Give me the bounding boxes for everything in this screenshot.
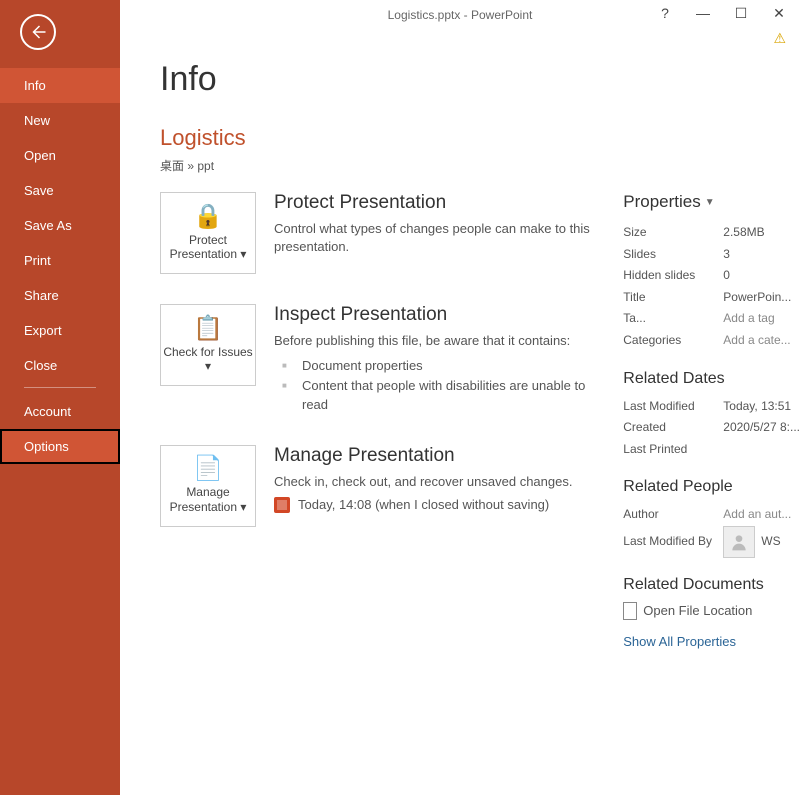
tile-label: Check for Issues ▾ — [161, 345, 255, 374]
prop-hidden: Hidden slides0 — [623, 265, 800, 287]
actions-column: 🔒 Protect Presentation ▾ Protect Present… — [160, 192, 599, 649]
nav-separator — [24, 387, 96, 388]
autosave-entry[interactable]: Today, 14:08 (when I closed without savi… — [274, 497, 599, 513]
prop-slides: Slides3 — [623, 244, 800, 266]
list-item: Content that people with disabilities ar… — [274, 376, 599, 415]
file-icon — [623, 602, 637, 620]
manage-section: 📄 Manage Presentation ▾ Manage Presentat… — [160, 445, 599, 527]
nav-item-info[interactable]: Info — [0, 68, 120, 103]
modifier-name: WS — [761, 531, 780, 553]
related-people-heading: Related People — [623, 478, 800, 496]
prop-size: Size2.58MB — [623, 222, 800, 244]
related-docs-heading: Related Documents — [623, 576, 800, 594]
list-item: Document properties — [274, 356, 599, 376]
nav-item-account[interactable]: Account — [0, 394, 120, 429]
autosave-text: Today, 14:08 (when I closed without savi… — [298, 497, 549, 512]
inspect-section: 📋 Check for Issues ▾ Inspect Presentatio… — [160, 304, 599, 415]
properties-dropdown[interactable]: Properties▼ — [623, 192, 800, 212]
manage-presentation-button[interactable]: 📄 Manage Presentation ▾ — [160, 445, 256, 527]
nav-item-save[interactable]: Save — [0, 173, 120, 208]
nav-item-options[interactable]: Options — [0, 429, 120, 464]
prop-last-printed: Last Printed — [623, 439, 800, 461]
prop-categories: CategoriesAdd a cate... — [623, 330, 800, 352]
inspect-desc: Before publishing this file, be aware th… — [274, 332, 599, 350]
page-title: Info — [160, 60, 800, 99]
nav-primary: Info New Open Save Save As Print Share E… — [0, 68, 120, 464]
prop-created: Created2020/5/27 8:... — [623, 417, 800, 439]
checklist-icon: 📋 — [193, 317, 223, 341]
nav-item-export[interactable]: Export — [0, 313, 120, 348]
doc-path: 桌面 » ppt — [160, 157, 800, 174]
pptx-icon — [274, 497, 290, 513]
tile-label: Protect Presentation ▾ — [161, 233, 255, 262]
inspect-heading: Inspect Presentation — [274, 304, 599, 326]
manage-desc: Check in, check out, and recover unsaved… — [274, 473, 599, 491]
nav-item-save-as[interactable]: Save As — [0, 208, 120, 243]
properties-column: Properties▼ Size2.58MB Slides3 Hidden sl… — [623, 192, 800, 649]
lock-icon: 🔒 — [193, 205, 223, 229]
prop-tags: Ta...Add a tag — [623, 308, 800, 330]
manage-heading: Manage Presentation — [274, 445, 599, 467]
protect-desc: Control what types of changes people can… — [274, 220, 599, 256]
doc-name: Logistics — [160, 125, 800, 151]
check-for-issues-button[interactable]: 📋 Check for Issues ▾ — [160, 304, 256, 386]
nav-item-close[interactable]: Close — [0, 348, 120, 383]
protect-presentation-button[interactable]: 🔒 Protect Presentation ▾ — [160, 192, 256, 274]
avatar — [723, 526, 755, 558]
related-dates-heading: Related Dates — [623, 370, 800, 388]
arrow-left-icon — [29, 23, 47, 41]
prop-author: AuthorAdd an aut... — [623, 504, 800, 526]
show-all-properties-link[interactable]: Show All Properties — [623, 634, 800, 649]
prop-title: TitlePowerPoin... — [623, 287, 800, 309]
document-search-icon: 📄 — [193, 457, 223, 481]
inspect-list: Document properties Content that people … — [274, 356, 599, 415]
nav-item-new[interactable]: New — [0, 103, 120, 138]
prop-last-modified: Last ModifiedToday, 13:51 — [623, 396, 800, 418]
protect-section: 🔒 Protect Presentation ▾ Protect Present… — [160, 192, 599, 274]
person-icon — [729, 532, 749, 552]
backstage-main: Info Logistics 桌面 » ppt 🔒 Protect Presen… — [120, 0, 800, 795]
protect-heading: Protect Presentation — [274, 192, 599, 214]
nav-item-open[interactable]: Open — [0, 138, 120, 173]
back-button[interactable] — [20, 14, 56, 50]
nav-item-share[interactable]: Share — [0, 278, 120, 313]
open-file-location[interactable]: Open File Location — [623, 602, 800, 620]
tile-label: Manage Presentation ▾ — [161, 485, 255, 514]
prop-last-modified-by: Last Modified By WS — [623, 526, 800, 558]
backstage-sidebar: Info New Open Save Save As Print Share E… — [0, 0, 120, 795]
chevron-down-icon: ▼ — [705, 197, 715, 208]
nav-item-print[interactable]: Print — [0, 243, 120, 278]
